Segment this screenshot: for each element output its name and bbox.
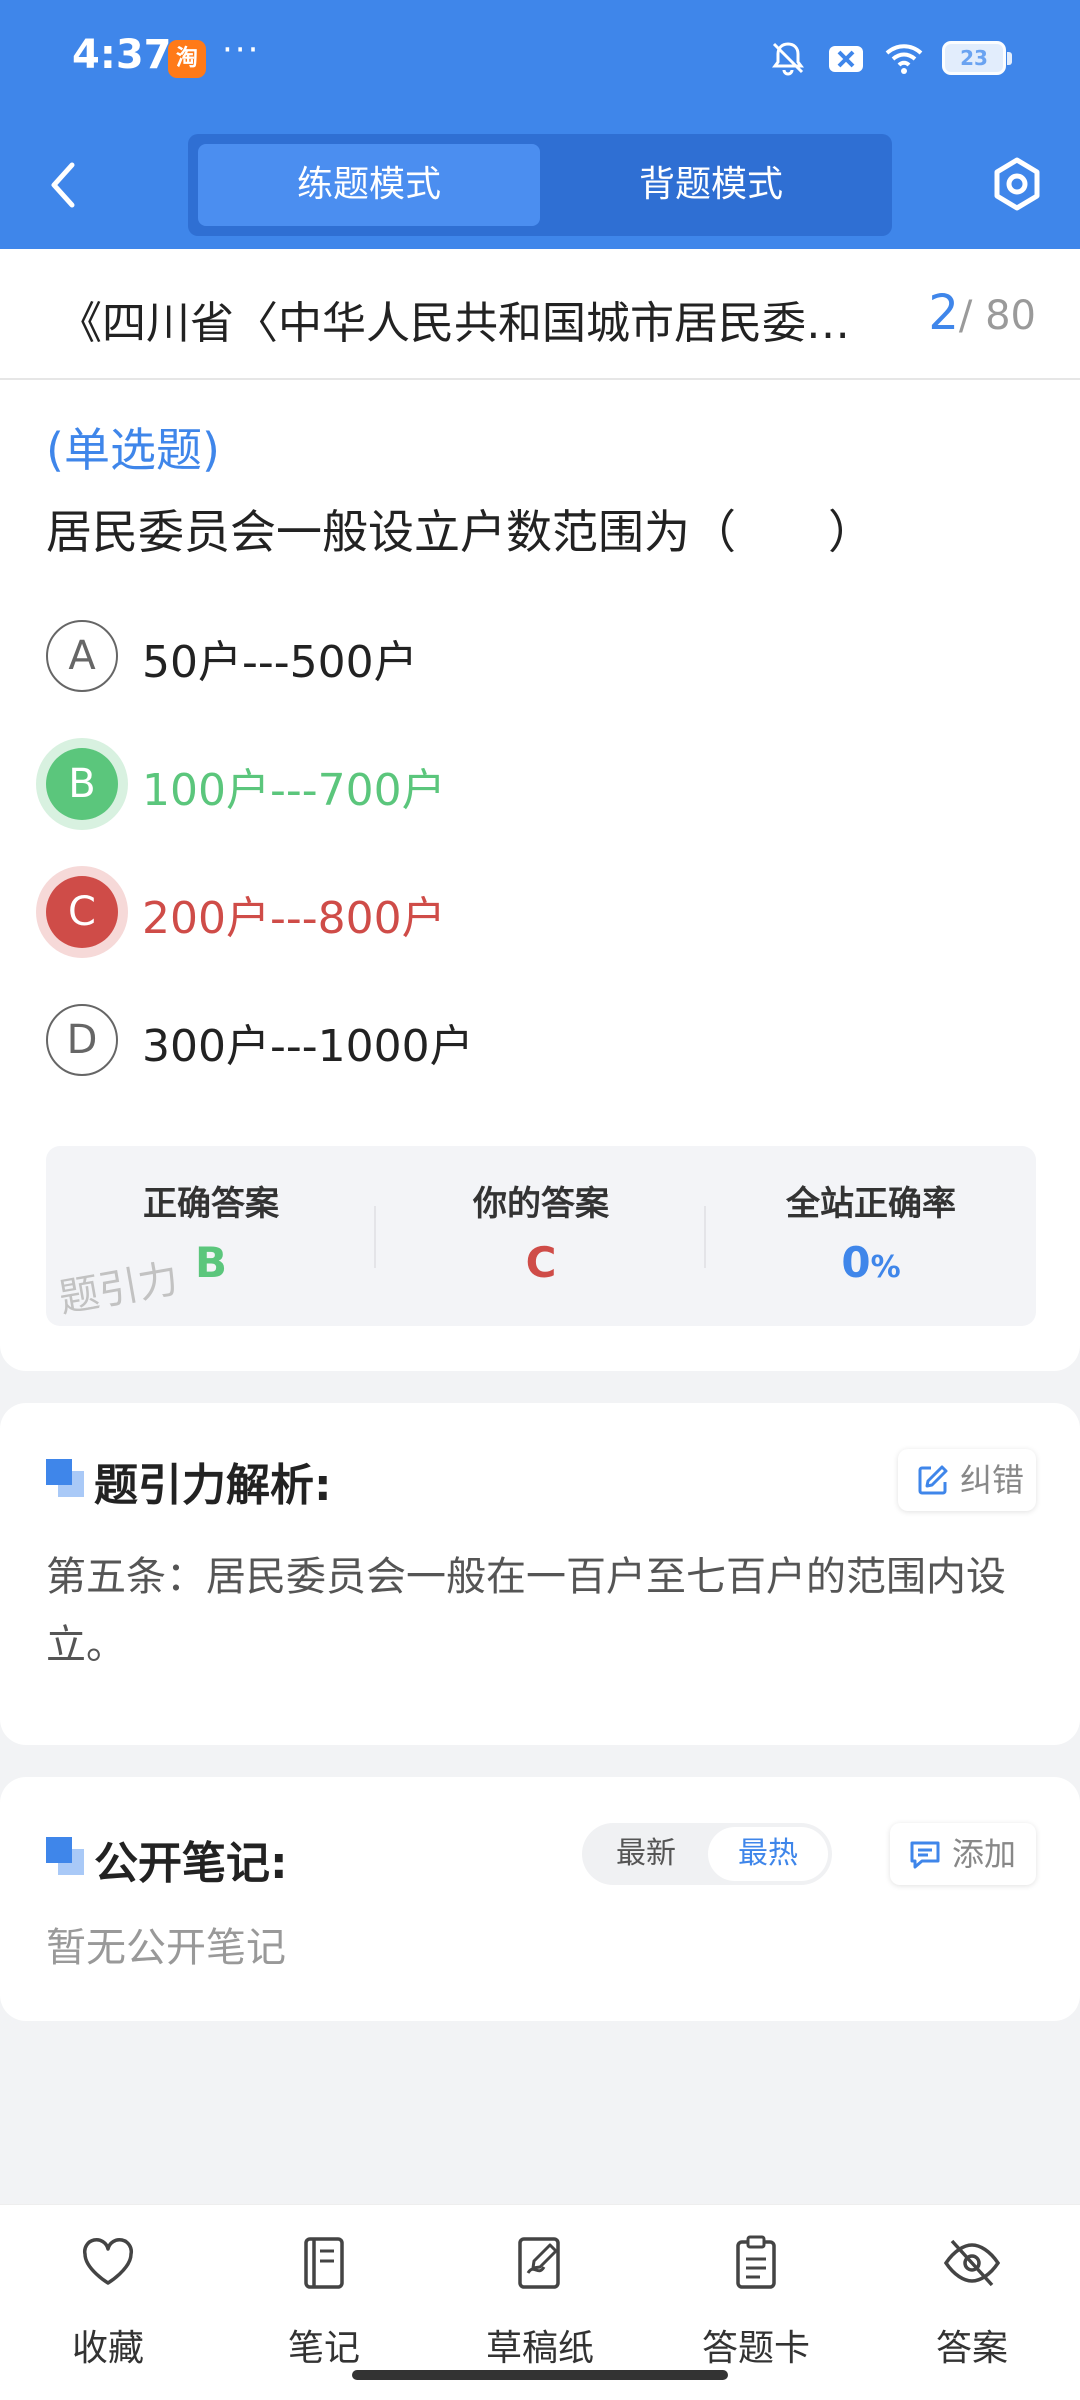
nav-label: 答题卡 (701, 2328, 810, 2369)
option-a[interactable]: A 50户---500户 (46, 616, 1026, 696)
nav-draft[interactable]: 草稿纸 (440, 2227, 640, 2369)
eye-off-icon (943, 2239, 1001, 2287)
total-question-count: / 80 (958, 293, 1036, 339)
home-indicator[interactable] (352, 2370, 728, 2380)
your-answer-value: C (525, 1238, 557, 1287)
bell-off-icon (772, 42, 804, 76)
clipboard-icon (736, 2235, 776, 2289)
nav-favorite[interactable]: 收藏 (8, 2227, 208, 2369)
question-type: (单选题) (46, 423, 220, 477)
question-card: 《四川省〈中华人民共和国城市居民委… 2/ 80 (单选题) 居民委员会一般设立户… (0, 249, 1080, 1371)
status-time: 4:37 (72, 32, 172, 78)
more-notifications-icon: ··· (222, 30, 261, 70)
status-bar: 4:37 淘 ··· 23 (0, 0, 1080, 118)
edit-icon (918, 1465, 948, 1495)
draft-icon (518, 2237, 560, 2289)
sort-latest[interactable]: 最新 (586, 1827, 706, 1881)
option-text: 300户---1000户 (142, 1021, 474, 1072)
option-letter: A (46, 620, 118, 692)
answer-summary: 正确答案 B 你的答案 C 全站正确率 0% 题引力 (46, 1146, 1036, 1326)
battery-icon: 23 (942, 41, 1012, 75)
nav-answer[interactable]: 答案 (872, 2227, 1072, 2369)
option-text: 200户---800户 (142, 893, 446, 944)
nav-label: 收藏 (71, 2328, 144, 2369)
option-letter: D (46, 1004, 118, 1076)
notes-sort-toggle: 最新 最热 (582, 1823, 832, 1885)
question-counter[interactable]: 2/ 80 (928, 285, 1036, 341)
option-c[interactable]: C 200户---800户 (46, 872, 1026, 952)
option-b[interactable]: B 100户---700户 (46, 744, 1026, 824)
option-text: 100户---700户 (142, 765, 446, 816)
notes-card: 公开笔记: 最新 最热 添加 暂无公开笔记 (0, 1777, 1080, 2021)
taobao-app-icon: 淘 (168, 40, 206, 78)
notes-title: 公开笔记: (94, 1838, 288, 1889)
report-error-label: 纠错 (960, 1461, 1025, 1499)
notes-empty-text: 暂无公开笔记 (46, 1925, 286, 1971)
current-question-number: 2 (928, 285, 959, 341)
sort-hot[interactable]: 最热 (708, 1827, 828, 1881)
notebook-icon (304, 2237, 344, 2289)
paper-title: 《四川省〈中华人民共和国城市居民委… (58, 298, 850, 349)
your-answer-label: 你的答案 (473, 1184, 609, 1224)
question-text: (单选题) 居民委员会一般设立户数范围为（ ） (46, 409, 1036, 573)
option-d[interactable]: D 300户---1000户 (46, 1000, 1026, 1080)
tab-practice-mode[interactable]: 练题模式 (198, 144, 540, 226)
add-note-button[interactable]: 添加 (890, 1823, 1036, 1885)
correct-answer-label: 正确答案 (143, 1184, 279, 1224)
add-note-label: 添加 (952, 1835, 1017, 1873)
option-text: 50户---500户 (142, 637, 418, 688)
nav-label: 笔记 (287, 2328, 360, 2369)
report-error-button[interactable]: 纠错 (898, 1449, 1036, 1511)
option-letter: C (46, 876, 118, 948)
mode-switch: 练题模式 背题模式 (188, 134, 892, 236)
tab-memorize-mode[interactable]: 背题模式 (540, 144, 882, 226)
question-stem: 居民委员会一般设立户数范围为（ ） (46, 505, 874, 559)
header-bar: 4:37 淘 ··· 23 练题模式 背题模式 (0, 0, 1080, 249)
accuracy-value: 0% (706, 1238, 1036, 1287)
analysis-title: 题引力解析: (94, 1460, 332, 1511)
section-square-icon (46, 1837, 84, 1875)
x-notification-icon (829, 46, 863, 72)
wifi-icon (885, 44, 923, 74)
nav-label: 答案 (935, 2328, 1008, 2369)
analysis-card: 题引力解析: 纠错 第五条：居民委员会一般在一百户至七百户的范围内设立。 (0, 1403, 1080, 1745)
comment-icon (910, 1841, 940, 1869)
accuracy-number: 0 (841, 1238, 871, 1287)
accuracy-unit: % (870, 1250, 901, 1285)
status-icons: 23 (768, 38, 1012, 78)
option-letter: B (46, 748, 118, 820)
settings-hex-icon[interactable] (988, 155, 1046, 213)
back-arrow-icon[interactable] (40, 155, 90, 215)
nav-label: 草稿纸 (485, 2328, 594, 2369)
accuracy-label: 全站正确率 (786, 1184, 956, 1224)
question-title-row: 《四川省〈中华人民共和国城市居民委… 2/ 80 (0, 249, 1080, 380)
heart-icon (82, 2238, 134, 2285)
nav-notes[interactable]: 笔记 (224, 2227, 424, 2369)
analysis-text: 第五条：居民委员会一般在一百户至七百户的范围内设立。 (46, 1554, 1006, 1668)
accuracy-col: 全站正确率 0% (706, 1146, 1036, 1326)
nav-answer-sheet[interactable]: 答题卡 (656, 2227, 856, 2369)
your-answer-col: 你的答案 C (376, 1146, 706, 1326)
section-square-icon (46, 1459, 84, 1497)
